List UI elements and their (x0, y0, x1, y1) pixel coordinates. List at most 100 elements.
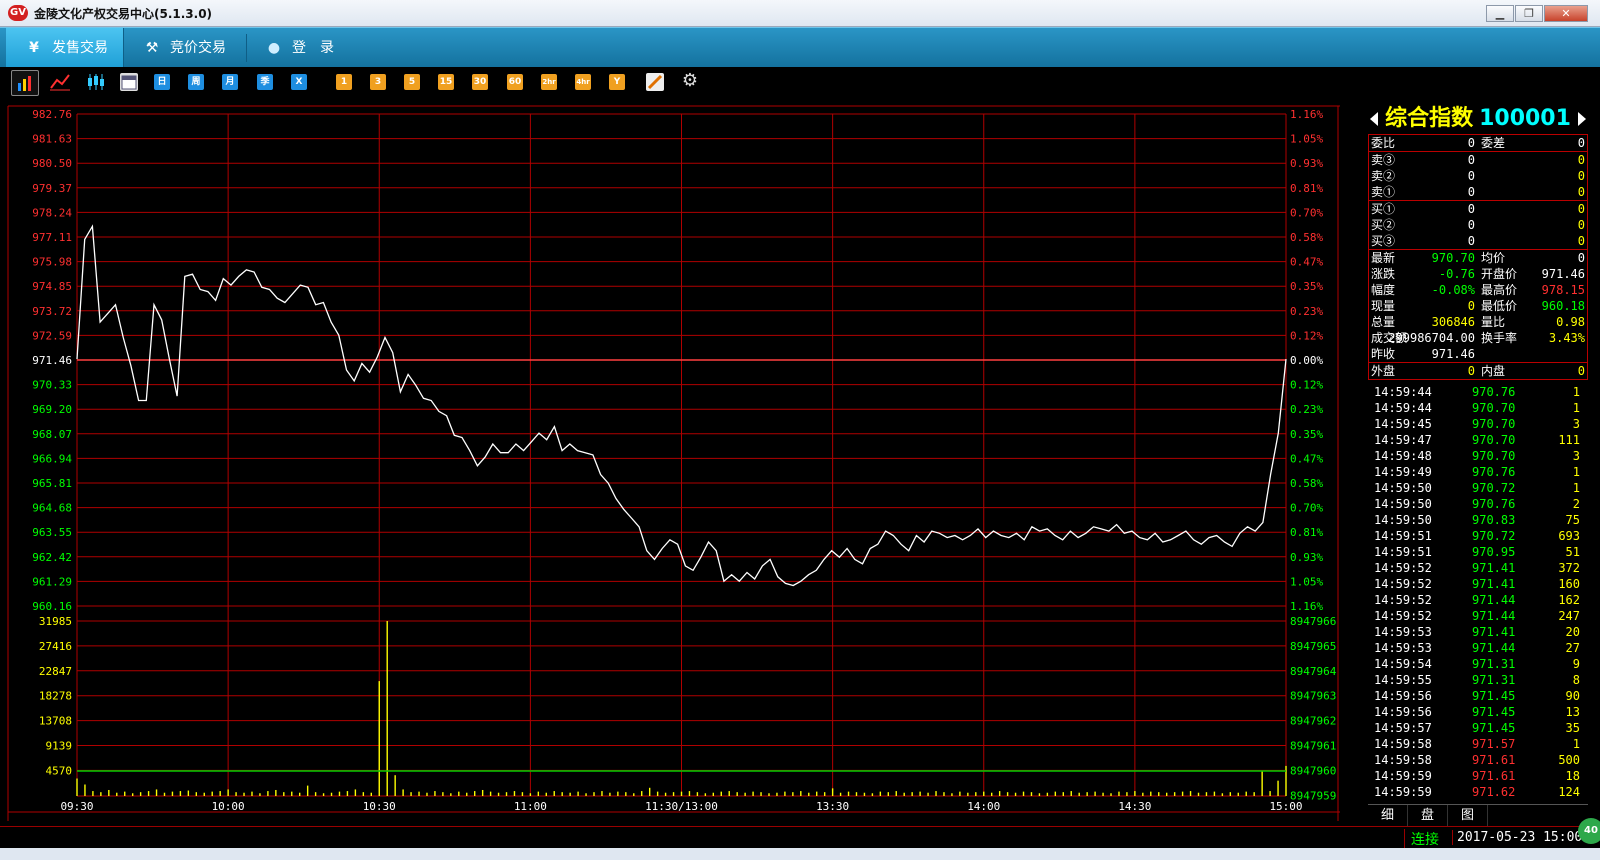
tick-volume: 27 (1565, 641, 1580, 655)
calendar-button[interactable] (120, 73, 138, 91)
tick-row: 14:59:45 970.70 3 (1368, 416, 1588, 432)
quote-value: 971.46 (1541, 267, 1585, 281)
timeshare-chart-button[interactable] (11, 70, 39, 96)
year-button[interactable]: Y (609, 74, 625, 90)
tick-time: 14:59:47 (1374, 433, 1432, 447)
notification-badge[interactable]: 40 (1578, 818, 1600, 844)
order-diff-value: 0 (1577, 136, 1585, 150)
price-tick-label: 969.20 (32, 403, 72, 416)
tick-volume: 1 (1572, 401, 1580, 415)
price-tick-label: 968.07 (32, 428, 72, 441)
window-title: 金陵文化产权交易中心(5.1.3.0) (34, 7, 213, 21)
tick-row: 14:59:49 970.76 1 (1368, 464, 1588, 480)
panel-row: 卖① 0 0 (1369, 184, 1587, 200)
pct-tick-label: 0.47% (1290, 256, 1323, 269)
price-tick-label: 980.50 (32, 157, 72, 170)
hour-4-button[interactable]: 4hr (575, 74, 591, 90)
panel-row: 幅度 -0.08% 最高价 978.15 (1369, 282, 1587, 298)
pct-tick-label: 0.93% (1290, 157, 1323, 170)
period-quarter-button[interactable]: 季 (257, 74, 273, 90)
quote-label: 最新 (1371, 251, 1396, 265)
order-ratio-label: 委比 (1371, 136, 1396, 150)
order-diff-label: 委差 (1481, 136, 1506, 150)
tick-row: 14:59:44 970.76 1 (1368, 384, 1588, 400)
minute-3-button[interactable]: 3 (370, 74, 386, 90)
quote-label: 换手率 (1481, 331, 1518, 345)
sell-price: 0 (1467, 153, 1475, 167)
tab-login[interactable]: ● 登 录 (258, 28, 358, 68)
tick-volume: 500 (1558, 753, 1580, 767)
period-week-button[interactable]: 周 (188, 74, 204, 90)
tick-volume: 2 (1572, 497, 1580, 511)
price-tick-label: 964.68 (32, 502, 72, 515)
maximize-button[interactable]: ❐ (1515, 5, 1543, 22)
period-day-button[interactable]: 日 (154, 74, 170, 90)
tick-price: 970.70 (1472, 401, 1516, 415)
settings-gear-icon[interactable]: ⚙ (680, 71, 700, 91)
tick-price: 971.41 (1472, 625, 1516, 639)
price-tick-label: 971.46 (32, 354, 72, 367)
sell-volume: 0 (1577, 169, 1585, 183)
tab-issue-trading[interactable]: ¥ 发售交易 (6, 28, 124, 68)
tick-row: 14:59:51 970.72 693 (1368, 528, 1588, 544)
tick-price: 970.70 (1472, 449, 1516, 463)
tick-time: 14:59:58 (1374, 753, 1432, 767)
tab-chart[interactable]: 图 (1448, 805, 1488, 827)
time-tick-label: 13:30 (816, 800, 849, 813)
close-button[interactable]: ✕ (1544, 5, 1588, 22)
quote-label: 幅度 (1371, 283, 1396, 297)
tick-volume: 1 (1572, 385, 1580, 399)
volume-tick-label: 31985 (39, 615, 72, 628)
hour-2-button[interactable]: 2hr (541, 74, 557, 90)
quote-label: 最高价 (1481, 283, 1518, 297)
price-tick-label: 981.63 (32, 133, 72, 146)
tick-volume: 1 (1572, 481, 1580, 495)
volume-right-tick-label: 8947962 (1290, 715, 1336, 728)
pencil-icon (647, 74, 663, 90)
price-tick-label: 979.37 (32, 182, 72, 195)
tick-list[interactable]: 14:59:44 970.76 1 14:59:44 970.70 1 14:59:45 97… (1368, 384, 1588, 800)
quote-value: 960.18 (1541, 299, 1585, 313)
buy-price: 0 (1467, 202, 1475, 216)
pct-tick-label: 0.70% (1290, 502, 1323, 515)
volume-tick-label: 27416 (39, 640, 72, 653)
minute-60-button[interactable]: 60 (507, 74, 523, 90)
minimize-button[interactable]: ▁ (1486, 5, 1514, 22)
tab-detail[interactable]: 细 (1368, 805, 1408, 827)
main-nav: ¥ 发售交易 ⚒ 竞价交易 ● 登 录 (0, 27, 1600, 68)
time-tick-label: 10:00 (212, 800, 245, 813)
index-code: 100001 (1479, 106, 1571, 131)
pct-tick-label: 0.81% (1290, 182, 1323, 195)
tick-row: 14:59:52 971.44 247 (1368, 608, 1588, 624)
period-month-button[interactable]: 月 (222, 74, 238, 90)
minute-15-button[interactable]: 15 (438, 74, 454, 90)
price-tick-label: 963.55 (32, 526, 72, 539)
period-x-button[interactable]: X (291, 74, 307, 90)
tab-auction-trading[interactable]: ⚒ 竞价交易 (134, 28, 246, 68)
volume-tick-label: 4570 (46, 764, 73, 777)
next-arrow-icon[interactable] (1578, 112, 1586, 126)
outer-volume-value: 0 (1467, 364, 1475, 378)
volume-right-tick-label: 8947960 (1290, 764, 1336, 777)
pct-tick-label: 0.12% (1290, 329, 1323, 342)
tick-time: 14:59:45 (1374, 417, 1432, 431)
quote-value: 978.15 (1541, 283, 1585, 297)
line-chart-button[interactable] (48, 71, 72, 93)
tab-orderbook[interactable]: 盘 (1408, 805, 1448, 827)
draw-tool-button[interactable] (646, 73, 664, 91)
tick-time: 14:59:56 (1374, 689, 1432, 703)
prev-arrow-icon[interactable] (1370, 112, 1378, 126)
minute-30-button[interactable]: 30 (472, 74, 488, 90)
tick-row: 14:59:50 970.83 75 (1368, 512, 1588, 528)
candlestick-button[interactable] (84, 71, 108, 93)
tick-time: 14:59:44 (1374, 385, 1432, 399)
title-bar: GV 金陵文化产权交易中心(5.1.3.0) ▁ ❐ ✕ (0, 0, 1600, 27)
sell-level-label: 卖③ (1371, 153, 1396, 167)
tick-row: 14:59:56 971.45 13 (1368, 704, 1588, 720)
window-frame-bottom (0, 848, 1600, 860)
minute-1-button[interactable]: 1 (336, 74, 352, 90)
tick-price: 970.95 (1472, 545, 1516, 559)
minute-5-button[interactable]: 5 (404, 74, 420, 90)
volume-right-tick-label: 8947959 (1290, 789, 1336, 802)
tick-row: 14:59:47 970.70 111 (1368, 432, 1588, 448)
